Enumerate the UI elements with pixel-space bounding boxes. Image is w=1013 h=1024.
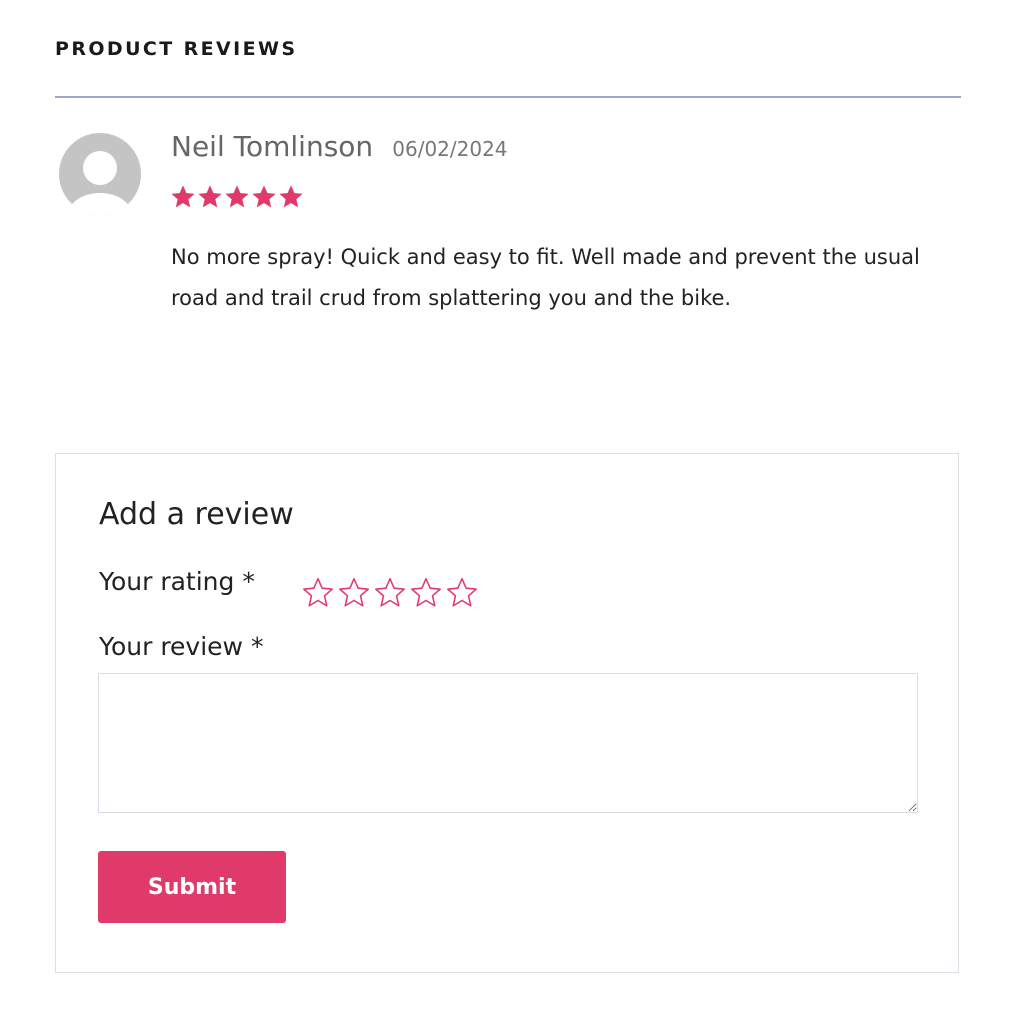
submit-button[interactable]: Submit — [98, 851, 286, 923]
review-text: No more spray! Quick and easy to fit. We… — [171, 245, 920, 310]
section-title: PRODUCT REVIEWS — [55, 38, 298, 60]
outline-star-icon[interactable] — [409, 576, 443, 610]
rating-input[interactable] — [301, 576, 479, 610]
review-rating — [170, 184, 304, 210]
filled-star-icon — [279, 185, 303, 208]
filled-star-icon — [198, 185, 222, 208]
filled-star-icon — [225, 185, 249, 208]
default-user-avatar-icon — [59, 133, 141, 215]
outline-star-icon[interactable] — [373, 576, 407, 610]
outline-star-icon[interactable] — [301, 576, 335, 610]
review-date: 06/02/2024 — [392, 137, 508, 161]
filled-star-icon — [252, 185, 276, 208]
filled-star-icon — [171, 185, 195, 208]
review-label: Your review * — [99, 632, 264, 661]
outline-star-icon[interactable] — [337, 576, 371, 610]
review-author: Neil Tomlinson — [171, 130, 374, 163]
review-textarea[interactable] — [98, 673, 918, 813]
rating-label: Your rating * — [99, 567, 255, 596]
section-divider — [55, 96, 961, 98]
add-review-form: Add a review Your rating * Your review *… — [55, 453, 959, 973]
form-title: Add a review — [99, 497, 294, 532]
review-meta: Neil Tomlinson 06/02/2024 — [171, 130, 508, 163]
outline-star-icon[interactable] — [445, 576, 479, 610]
